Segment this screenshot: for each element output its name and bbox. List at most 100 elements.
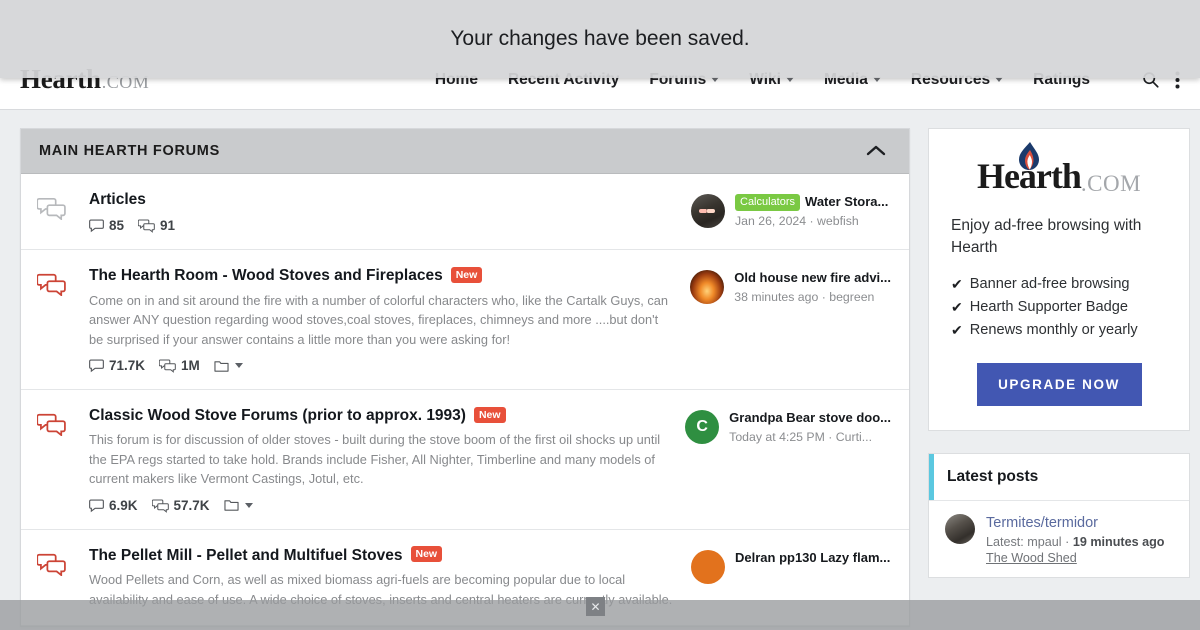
avatar[interactable] [691,549,725,584]
latest-thread-title[interactable]: Delran pp130 Lazy flam... [735,550,891,567]
check-icon: ✔ [951,276,963,293]
forum-node-latest: Old house new fire advi... 38 minutes ag… [690,266,891,305]
latest-thread-title-text: Water Stora... [805,194,889,209]
forum-node-title-line: Classic Wood Stove Forums (prior to appr… [89,406,667,425]
messages-bubble-icon [138,219,155,234]
chevron-down-icon [234,363,243,369]
ad-feature-label: Renews monthly or yearly [969,321,1138,338]
forum-unread-icon [36,266,89,298]
ad-feature-item: ✔ Hearth Supporter Badge [951,297,1167,318]
forum-node-row[interactable]: Articles 85 91 Calculators Water Stora..… [21,174,909,251]
latest-post-item[interactable]: Termites/termidor Latest: mpaul · 19 min… [929,501,1189,578]
forum-node-latest: Calculators Water Stora... Jan 26, 2024 … [691,190,891,228]
latest-posts-card: Latest posts Termites/termidor Latest: m… [928,452,1190,579]
forum-node-title[interactable]: Classic Wood Stove Forums (prior to appr… [89,406,466,425]
threads-count: 6.9K [109,497,138,513]
latest-thread-title[interactable]: Old house new fire advi... [734,270,891,287]
chevron-down-icon [244,502,253,508]
check-icon: ✔ [951,299,963,316]
watch-forum-control[interactable] [223,498,253,512]
hearth-logo: Hearth .COM [951,142,1167,197]
upgrade-now-button[interactable]: UPGRADE NOW [976,362,1142,406]
saved-notice-overlay: Your changes have been saved. [0,0,1200,78]
flame-icon [1015,138,1041,180]
latest-post-meta: Latest: mpaul · 19 minutes ago [986,535,1165,549]
forum-node-description: Come on in and sit around the fire with … [89,292,668,347]
messages-bubble-icon [159,359,176,373]
chevron-up-icon[interactable] [861,142,891,160]
forum-node-title[interactable]: Articles [89,190,146,209]
ad-feature-item: ✔ Renews monthly or yearly [951,320,1167,341]
forum-node-title[interactable]: The Pellet Mill - Pellet and Multifuel S… [89,546,403,565]
avatar[interactable] [945,513,975,544]
latest-thread-meta: Jan 26, 2024 · webfish [735,213,859,228]
forum-node-main: Classic Wood Stove Forums (prior to appr… [89,406,685,513]
latest-thread-text: Grandpa Bear stove doo... Today at 4:25 … [729,410,891,444]
latest-post-body: Termites/termidor Latest: mpaul · 19 min… [986,514,1165,568]
ad-feature-item: ✔ Banner ad-free browsing [951,274,1167,295]
latest-post-title[interactable]: Termites/termidor [986,514,1165,533]
threads-count: 85 [109,218,125,234]
forum-read-icon [36,190,89,221]
forum-node-main: The Hearth Room - Wood Stoves and Firepl… [89,266,690,373]
messages-stat: 57.7K [151,497,210,513]
thread-prefix-badge[interactable]: Calculators [735,194,801,211]
hearth-logo-text: Hearth [977,142,1082,197]
latest-post-time: 19 minutes ago [1072,535,1165,550]
ad-headline: Enjoy ad-free browsing with Hearth [951,217,1142,256]
latest-thread-title[interactable]: Calculators Water Stora... [735,194,891,211]
forum-node-stats: 71.7K 1M [89,358,672,373]
forum-node-latest: C Grandpa Bear stove doo... Today at 4:2… [685,406,891,445]
latest-posts-header: Latest posts [929,453,1189,501]
check-icon: ✔ [951,321,963,338]
forum-node-row[interactable]: The Hearth Room - Wood Stoves and Firepl… [21,250,909,391]
upgrade-ad-card: Hearth .COM Enjoy ad-free browsing with … [928,128,1190,431]
messages-stat: 1M [159,358,200,373]
messages-bubble-icon [151,499,169,513]
threads-stat: 85 [89,218,124,233]
new-badge: New [450,267,483,284]
latest-thread-title-text: Delran pp130 Lazy flam... [735,549,891,565]
forum-node-latest: Delran pp130 Lazy flam... [691,546,891,584]
latest-thread-title-text: Old house new fire advi... [734,270,891,286]
avatar[interactable]: C [685,410,720,445]
close-icon[interactable]: ✕ [586,597,605,616]
forum-section-title: MAIN HEARTH FORUMS [39,143,220,159]
messages-count: 1M [181,358,200,374]
threads-count: 71.7K [109,358,146,374]
thread-bubble-icon [89,359,104,373]
forum-node-title-line: The Pellet Mill - Pellet and Multifuel S… [89,546,673,565]
forum-node-description: This forum is for discussion of older st… [89,432,661,487]
saved-notice-text: Your changes have been saved. [450,27,750,50]
messages-count: 57.7K [173,497,210,513]
forum-node-title[interactable]: The Hearth Room - Wood Stoves and Firepl… [89,266,443,285]
avatar[interactable] [690,270,725,305]
new-badge: New [410,546,443,563]
ad-feature-label: Banner ad-free browsing [969,276,1130,293]
threads-stat: 6.9K [89,498,138,513]
new-badge: New [473,406,506,423]
hearth-logo-suffix: .COM [1080,171,1142,196]
forum-unread-icon [36,546,89,577]
forum-node-stats: 6.9K 57.7K [89,498,667,513]
messages-count: 91 [160,218,176,234]
avatar[interactable] [691,194,725,228]
folder-icon [214,360,229,372]
forum-node-title-line: Articles [89,190,673,209]
threads-stat: 71.7K [89,358,145,373]
latest-thread-text: Old house new fire advi... 38 minutes ag… [734,270,891,304]
latest-thread-text: Calculators Water Stora... Jan 26, 2024 … [735,194,891,228]
latest-thread-title-text: Grandpa Bear stove doo... [729,410,891,426]
forum-node-main: Articles 85 91 [89,190,691,233]
latest-post-meta-prefix: Latest: mpaul · [986,535,1073,550]
latest-posts-title: Latest posts [947,467,1039,485]
sidebar-column: Hearth .COM Enjoy ad-free browsing with … [928,128,1190,630]
thread-bubble-icon [89,499,104,512]
latest-thread-meta: 38 minutes ago · begreen [734,290,875,305]
latest-thread-title[interactable]: Grandpa Bear stove doo... [729,410,891,427]
messages-stat: 91 [138,218,175,233]
forum-node-row[interactable]: Classic Wood Stove Forums (prior to appr… [21,390,909,530]
watch-forum-control[interactable] [214,359,243,373]
latest-post-node-link[interactable]: The Wood Shed [986,551,1077,565]
thread-bubble-icon [89,219,104,233]
